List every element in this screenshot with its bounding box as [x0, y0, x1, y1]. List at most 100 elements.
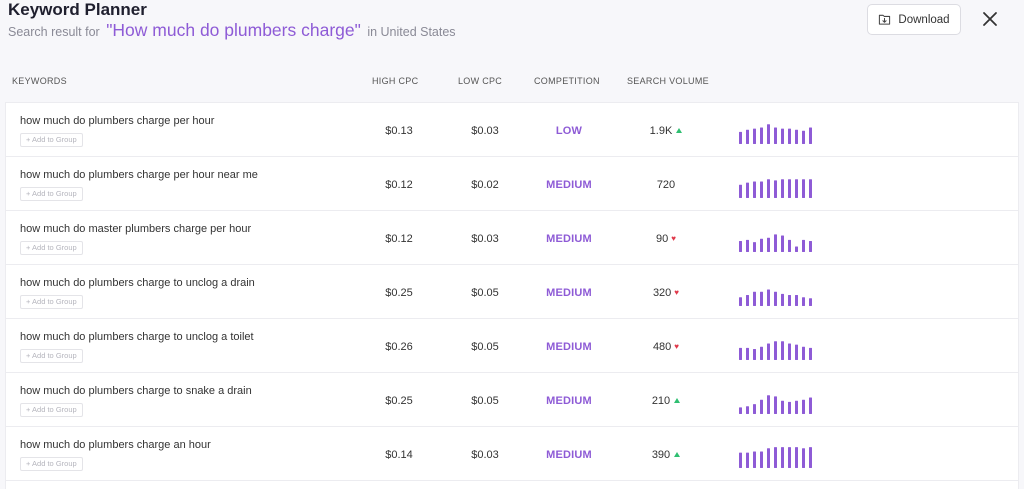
trend-up-icon	[674, 452, 681, 457]
sparkline-bar	[781, 447, 784, 468]
subtitle-prefix: Search result for	[8, 25, 100, 39]
sparkline-bar	[739, 452, 742, 468]
add-to-group-button[interactable]: + Add to Group	[20, 133, 83, 147]
trend-down-icon: ♥	[671, 234, 676, 243]
search-volume: 1.9K	[636, 125, 696, 137]
add-to-group-button[interactable]: + Add to Group	[20, 241, 83, 255]
high-cpc-value: $0.13	[385, 125, 413, 137]
sparkline-bar	[788, 401, 791, 414]
sparkline-bar	[795, 246, 798, 252]
sparkline-bar	[781, 128, 784, 144]
table-row[interactable]: how much do plumbers charge per hour + Ad…	[6, 103, 1018, 157]
sparkline-bar	[788, 179, 791, 198]
sparkline-bar	[760, 181, 763, 198]
sparkline-bar	[746, 452, 749, 468]
table-row[interactable]: how much do plumbers charge to unclog a …	[6, 265, 1018, 319]
search-query: "How much do plumbers charge"	[106, 20, 361, 40]
keyword-text[interactable]: how much do plumbers charge an hour	[20, 439, 211, 451]
sparkline-bar	[795, 447, 798, 468]
sparkline-bar	[760, 127, 763, 144]
trend-up-icon	[674, 398, 681, 403]
sparkline-bar	[746, 182, 749, 198]
sparkline-bar	[795, 295, 798, 306]
competition-value: MEDIUM	[546, 449, 592, 461]
table-header: KEYWORDS HIGH CPC LOW CPC COMPETITION SE…	[0, 62, 1024, 102]
add-to-group-button[interactable]: + Add to Group	[20, 349, 83, 363]
search-trend-sparkline	[739, 289, 812, 306]
page-title: Keyword Planner	[8, 0, 147, 19]
sparkline-bar	[753, 291, 756, 306]
sparkline-bar	[774, 127, 777, 144]
high-cpc-value: $0.26	[385, 341, 413, 353]
sparkline-bar	[774, 447, 777, 468]
sparkline-bar	[746, 129, 749, 144]
sparkline-bar	[753, 128, 756, 144]
add-to-group-button[interactable]: + Add to Group	[20, 187, 83, 201]
sparkline-bar	[760, 238, 763, 252]
add-to-group-button[interactable]: + Add to Group	[20, 403, 83, 417]
keyword-text[interactable]: how much do plumbers charge to unclog a …	[20, 331, 254, 343]
subtitle-location: in United States	[367, 25, 456, 39]
keyword-text[interactable]: how much do plumbers charge per hour nea…	[20, 169, 258, 181]
table-row[interactable]: how much do plumbers charge to unclog a …	[6, 319, 1018, 373]
close-icon[interactable]	[980, 9, 1000, 29]
high-cpc-value: $0.14	[385, 449, 413, 461]
table-row[interactable]: how much do plumbers charge per hour nea…	[6, 157, 1018, 211]
sparkline-bar	[795, 129, 798, 144]
sparkline-bar	[795, 400, 798, 414]
competition-value: MEDIUM	[546, 395, 592, 407]
download-button[interactable]: Download	[867, 4, 961, 35]
keyword-text[interactable]: how much do plumbers charge to unclog a …	[20, 277, 255, 289]
table-row[interactable]: how much do plumbers charge an hour + Add…	[6, 427, 1018, 481]
sparkline-bar	[795, 344, 798, 360]
sparkline-bar	[809, 241, 812, 252]
search-trend-sparkline	[739, 447, 812, 468]
search-volume-value: 480	[652, 341, 672, 353]
keyword-text[interactable]: how much do plumbers charge per hour	[20, 115, 214, 127]
search-volume-value: 720	[656, 179, 676, 191]
sparkline-bar	[781, 179, 784, 198]
trend-up-icon	[676, 128, 683, 133]
table-row[interactable]: how much do master plumbers charge per h…	[6, 211, 1018, 265]
search-volume: 320 ♥	[636, 287, 696, 299]
sparkline-bar	[802, 448, 805, 468]
sparkline-bar	[788, 343, 791, 360]
add-to-group-button[interactable]: + Add to Group	[20, 457, 83, 471]
sparkline-bar	[788, 128, 791, 144]
column-header-high-cpc[interactable]: HIGH CPC	[372, 76, 418, 86]
sparkline-bar	[767, 124, 770, 144]
sparkline-bar	[809, 347, 812, 360]
search-subtitle: Search result for "How much do plumbers …	[8, 20, 456, 41]
sparkline-bar	[802, 399, 805, 414]
sparkline-bar	[767, 179, 770, 198]
column-header-keywords[interactable]: KEYWORDS	[12, 76, 67, 86]
sparkline-bar	[781, 235, 784, 252]
column-header-low-cpc[interactable]: LOW CPC	[458, 76, 502, 86]
search-volume: 720	[636, 179, 696, 191]
keyword-text[interactable]: how much do plumbers charge to snake a d…	[20, 385, 252, 397]
sparkline-bar	[753, 404, 756, 414]
download-icon	[879, 14, 891, 25]
low-cpc-value: $0.03	[471, 125, 499, 137]
low-cpc-value: $0.02	[471, 179, 499, 191]
search-volume: 210	[636, 395, 696, 407]
search-volume-value: 90	[656, 233, 669, 245]
add-to-group-button[interactable]: + Add to Group	[20, 295, 83, 309]
table-row[interactable]: how much do plumbers charge to snake a d…	[6, 373, 1018, 427]
search-trend-sparkline	[739, 179, 812, 198]
sparkline-bar	[809, 298, 812, 306]
sparkline-bar	[774, 396, 777, 414]
search-volume-value: 390	[651, 449, 671, 461]
sparkline-bar	[788, 447, 791, 468]
sparkline-bar	[802, 130, 805, 144]
column-header-competition[interactable]: COMPETITION	[534, 76, 600, 86]
sparkline-bar	[746, 406, 749, 414]
sparkline-bar	[760, 451, 763, 468]
sparkline-bar	[788, 295, 791, 306]
low-cpc-value: $0.03	[471, 233, 499, 245]
search-volume-value: 1.9K	[649, 125, 673, 137]
sparkline-bar	[788, 239, 791, 252]
column-header-search-volume[interactable]: SEARCH VOLUME	[627, 76, 709, 86]
sparkline-bar	[753, 349, 756, 360]
keyword-text[interactable]: how much do master plumbers charge per h…	[20, 223, 251, 235]
